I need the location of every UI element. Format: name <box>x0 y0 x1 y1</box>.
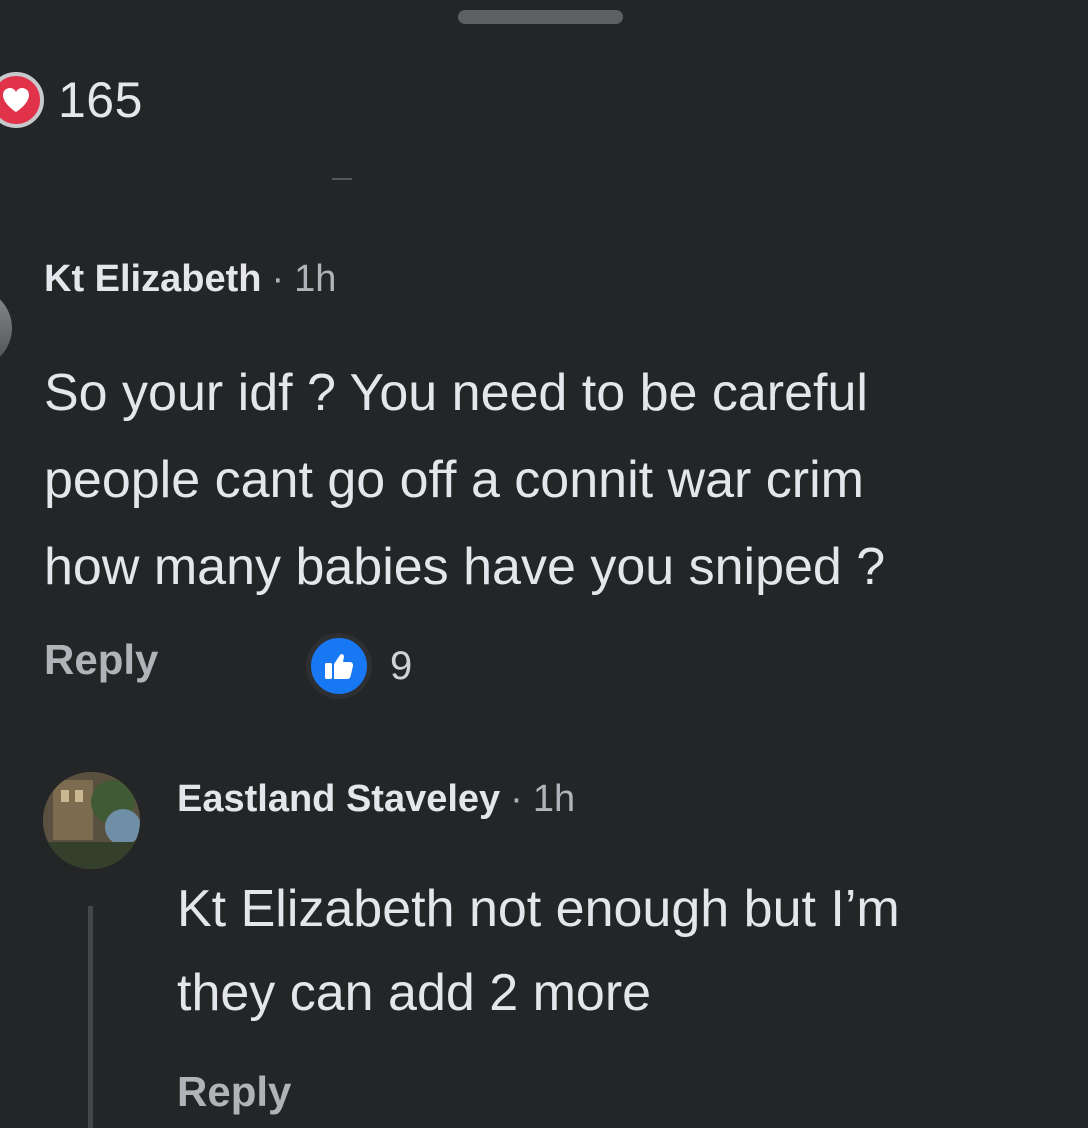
separator-dot: · <box>271 258 285 300</box>
reaction-count: 165 <box>58 72 143 128</box>
comment-text: Kt Elizabeth not enough but I’m they can… <box>177 867 900 1035</box>
comment-line: So your idf ? You need to be careful <box>44 364 868 422</box>
comments-sheet: 165 Kt Elizabeth · 1h So your idf ? You … <box>0 0 1088 1128</box>
divider <box>332 178 352 180</box>
comment-author[interactable]: Eastland Staveley <box>177 778 500 821</box>
post-reaction-summary[interactable]: 165 <box>0 66 143 134</box>
reply-button[interactable]: Reply <box>177 1068 291 1116</box>
reaction-count: 9 <box>390 643 413 688</box>
heart-icon <box>0 72 44 128</box>
comment-time[interactable]: 1h <box>533 778 575 821</box>
comment-text: So your idf ? You need to be careful peo… <box>44 350 885 611</box>
comment-line: they can add 2 more <box>177 964 652 1022</box>
avatar[interactable] <box>43 772 140 869</box>
comment-line: how many babies have you sniped ? <box>44 538 886 596</box>
comment-reaction[interactable]: 9 <box>306 633 412 699</box>
comment-header: Kt Elizabeth · 1h <box>44 258 336 301</box>
sheet-drag-handle[interactable] <box>458 10 623 24</box>
thread-connector-line <box>88 906 93 1128</box>
comment-author[interactable]: Kt Elizabeth <box>44 258 261 301</box>
thumbs-up-icon <box>306 633 372 699</box>
separator-dot: · <box>510 778 523 820</box>
comment-header: Eastland Staveley · 1h <box>177 778 575 821</box>
comment-time[interactable]: 1h <box>294 258 336 301</box>
comment-line: people cant go off a connit war crim <box>44 451 864 509</box>
reply-button[interactable]: Reply <box>44 636 158 684</box>
avatar[interactable] <box>0 288 12 368</box>
comment-line: Kt Elizabeth not enough but I’m <box>177 880 900 938</box>
